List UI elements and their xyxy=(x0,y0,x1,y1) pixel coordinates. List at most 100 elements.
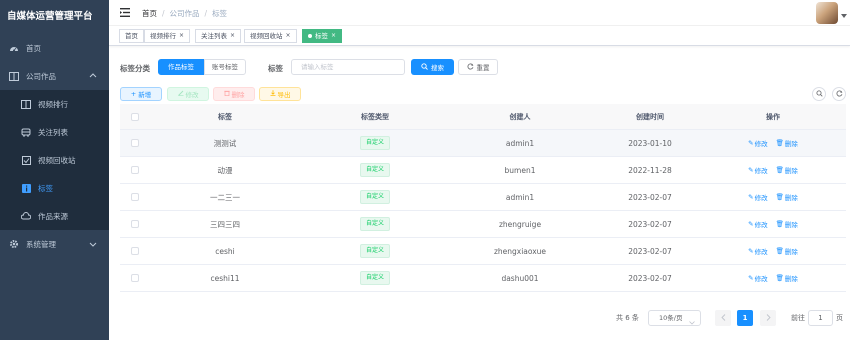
caret-down-icon[interactable] xyxy=(841,11,847,20)
chevron-left-icon xyxy=(720,313,726,323)
toggle-search-button[interactable] xyxy=(812,87,826,101)
row-checkbox[interactable] xyxy=(131,193,139,201)
cell-created: 2023-02-07 xyxy=(628,273,672,283)
column-header-creator: 创建人 xyxy=(509,112,531,121)
search-button[interactable]: 搜索 xyxy=(411,59,454,75)
active-dot-icon xyxy=(308,34,312,38)
radio-account-tags[interactable]: 账号标签 xyxy=(204,59,246,75)
tag-search-input[interactable] xyxy=(291,59,405,75)
sidebar-item-video-recycle[interactable]: 视频回收站 xyxy=(0,146,109,174)
cell-created: 2023-02-07 xyxy=(628,192,672,202)
reset-button[interactable]: 重置 xyxy=(458,59,498,75)
type-badge: 自定义 xyxy=(359,163,390,177)
page-size-value: 10条/页 xyxy=(659,314,683,322)
breadcrumb-separator: / xyxy=(204,9,208,18)
sidebar-item-follow-list[interactable]: 关注列表 xyxy=(0,118,109,146)
edit-icon: ✎ xyxy=(748,139,754,147)
row-delete-link[interactable]: 🗑 删除 xyxy=(776,192,798,202)
tab-home[interactable]: 首页 xyxy=(119,29,144,43)
page-size-select[interactable]: 10条/页 xyxy=(648,310,701,326)
avatar[interactable] xyxy=(816,2,838,24)
checkbox-cell xyxy=(120,238,150,264)
edit-icon: ✎ xyxy=(748,193,754,201)
edit-button[interactable]: 修改 xyxy=(167,87,209,101)
row-edit-link[interactable]: ✎ 修改 xyxy=(748,138,767,148)
type-badge: 自定义 xyxy=(359,136,390,150)
sidebar-item-work-source[interactable]: 作品来源 xyxy=(0,202,109,230)
download-icon xyxy=(270,90,276,98)
sidebar-item-label: 视频排行 xyxy=(38,99,68,109)
tab-label: 首页 xyxy=(125,32,138,40)
top-navbar: 首页 / 公司作品 / 标签 xyxy=(109,0,850,26)
row-delete-link[interactable]: 🗑 删除 xyxy=(776,246,798,256)
table-row: 测测试 自定义 admin1 2023-01-10 ✎ 修改 🗑 删除 xyxy=(120,130,846,157)
row-delete-link[interactable]: 🗑 删除 xyxy=(776,138,798,148)
row-delete-link[interactable]: 🗑 删除 xyxy=(776,165,798,175)
refresh-table-button[interactable] xyxy=(832,87,846,101)
close-icon[interactable]: × xyxy=(179,30,184,42)
add-button[interactable]: + 新增 xyxy=(120,87,162,101)
select-all-checkbox[interactable] xyxy=(131,112,139,121)
cloud-icon xyxy=(20,211,32,221)
trash-icon: 🗑 xyxy=(775,139,784,147)
sidebar-item-company-works[interactable]: 公司作品 xyxy=(0,62,109,90)
row-edit-link[interactable]: ✎ 修改 xyxy=(748,246,767,256)
breadcrumb-home[interactable]: 首页 xyxy=(142,9,157,18)
export-button[interactable]: 导出 xyxy=(259,87,301,101)
cell-created: 2022-11-28 xyxy=(628,165,672,175)
checkbox-cell xyxy=(120,184,150,210)
cell-tag: ceshi11 xyxy=(210,273,240,283)
row-checkbox[interactable] xyxy=(131,274,139,282)
breadcrumb-company-works: 公司作品 xyxy=(169,9,200,18)
row-checkbox[interactable] xyxy=(131,166,139,174)
close-icon[interactable]: × xyxy=(230,30,235,42)
tab-tags[interactable]: 标签 × xyxy=(302,29,343,43)
hamburger-icon[interactable] xyxy=(120,8,130,19)
sidebar-item-video-rank[interactable]: 视频排行 xyxy=(0,90,109,118)
row-checkbox[interactable] xyxy=(131,139,139,147)
tab-follow-list[interactable]: 关注列表 × xyxy=(195,29,242,43)
row-edit-label: 修改 xyxy=(754,194,768,202)
row-edit-label: 修改 xyxy=(754,140,768,148)
row-checkbox[interactable] xyxy=(131,220,139,228)
delete-button[interactable]: 删除 xyxy=(213,87,255,101)
header-checkbox-cell xyxy=(120,104,150,129)
row-edit-link[interactable]: ✎ 修改 xyxy=(748,273,767,283)
row-edit-link[interactable]: ✎ 修改 xyxy=(748,219,767,229)
cell-actions: ✎ 修改 🗑 删除 xyxy=(710,265,836,291)
page-number-button[interactable]: 1 xyxy=(737,310,753,326)
tab-video-rank[interactable]: 视频排行 × xyxy=(144,29,191,43)
column-header-type: 标签类型 xyxy=(361,112,389,121)
radio-work-tags[interactable]: 作品标签 xyxy=(158,59,204,75)
row-delete-link[interactable]: 🗑 删除 xyxy=(776,219,798,229)
column-header-created: 创建时间 xyxy=(636,112,664,121)
row-checkbox[interactable] xyxy=(131,247,139,255)
sidebar-item-home[interactable]: 首页 xyxy=(0,34,109,62)
cell-tag: ceshi xyxy=(215,246,235,256)
checkbox-cell xyxy=(120,157,150,183)
sidebar-item-label: 关注列表 xyxy=(38,127,68,137)
cell-tag: 一二三一 xyxy=(210,192,240,202)
close-icon[interactable]: × xyxy=(286,30,291,42)
table-row: 动漫 自定义 bumen1 2022-11-28 ✎ 修改 🗑 删除 xyxy=(120,157,846,184)
goto-page-input[interactable]: 1 xyxy=(808,310,833,326)
row-edit-label: 修改 xyxy=(754,167,768,175)
close-icon[interactable]: × xyxy=(331,30,336,42)
row-edit-link[interactable]: ✎ 修改 xyxy=(748,192,767,202)
delete-button-label: 删除 xyxy=(231,91,245,99)
checkbox-icon xyxy=(20,155,32,165)
row-edit-link[interactable]: ✎ 修改 xyxy=(748,165,767,175)
tags-view: 首页 视频排行 × 关注列表 × 视频回收站 × 标签 × xyxy=(109,26,850,46)
sidebar-item-label: 标签 xyxy=(38,183,53,193)
sidebar-item-system[interactable]: 系统管理 xyxy=(0,230,109,258)
type-badge: 自定义 xyxy=(359,244,390,258)
trash-icon: 🗑 xyxy=(775,274,784,282)
prev-page-button[interactable] xyxy=(715,310,731,326)
row-delete-link[interactable]: 🗑 删除 xyxy=(776,273,798,283)
add-button-label: 新增 xyxy=(138,91,152,99)
sidebar-item-tags[interactable]: 标签 xyxy=(0,174,109,202)
tab-label: 标签 xyxy=(315,32,328,40)
tab-video-recycle[interactable]: 视频回收站 × xyxy=(244,29,297,43)
next-page-button[interactable] xyxy=(760,310,776,326)
type-badge: 自定义 xyxy=(359,190,390,204)
